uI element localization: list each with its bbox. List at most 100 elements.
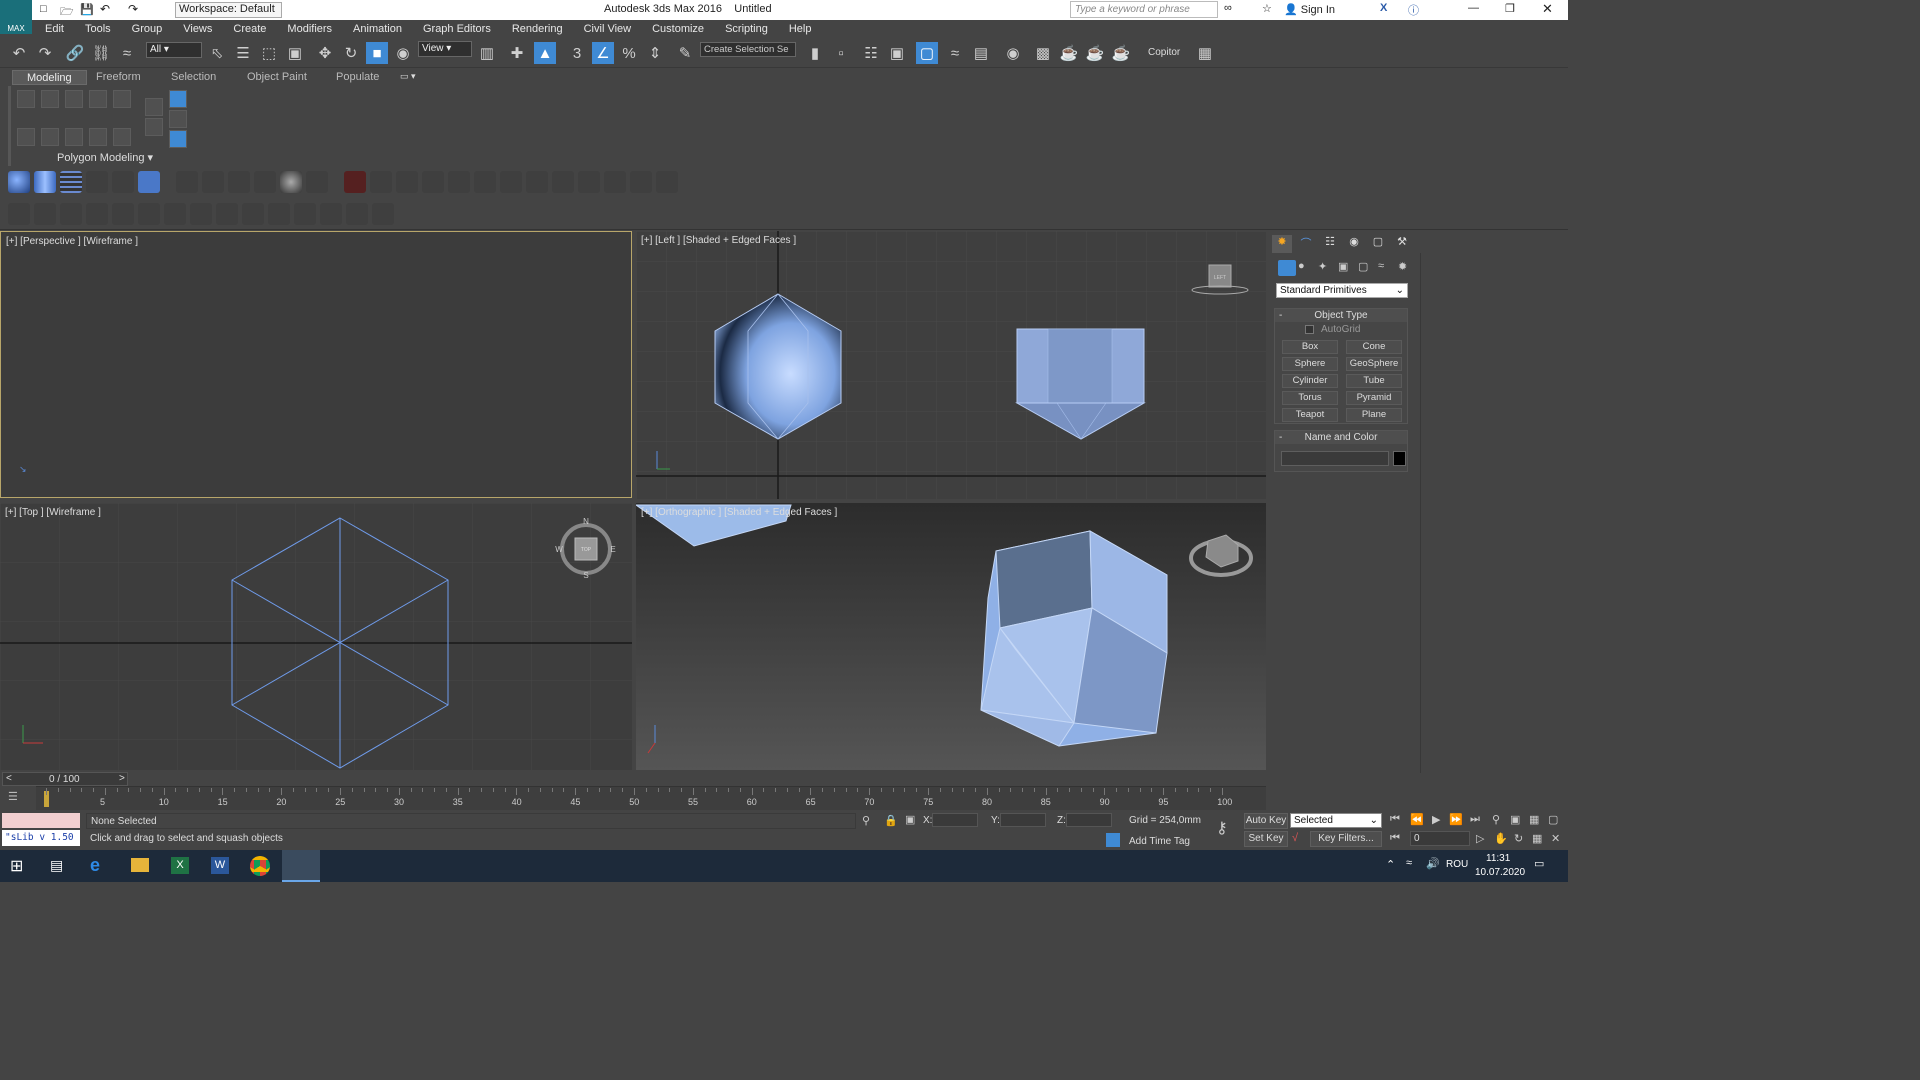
clock-date[interactable]: 10.07.2020 [1475,867,1525,878]
undo-icon[interactable]: ↶ [100,2,110,16]
ribbon-button[interactable] [89,128,107,146]
sphere-button[interactable]: Sphere [1282,357,1338,371]
ribbon-options-icon[interactable]: ▭ ▾ [400,71,416,82]
tab-object-paint[interactable]: Object Paint [233,70,321,85]
viewport-top[interactable]: TOP N S E W [+] [Top ] [Wireframe ] [0,503,632,770]
menu-animation[interactable]: Animation [340,23,410,35]
sign-in-button[interactable]: 👤 Sign In [1284,3,1335,16]
tool-icon[interactable] [604,171,626,193]
polygon-modeling-dropdown[interactable]: Polygon Modeling ▾ [57,151,153,164]
next-frame-icon[interactable]: ⏩ [1449,813,1463,826]
curve-editor-icon[interactable]: ≈ [944,42,966,64]
app-logo[interactable]: MAX [0,0,32,34]
material-editor-icon[interactable]: ◉ [1002,42,1024,64]
slider-prev-icon[interactable]: < [6,773,12,784]
primitive-type-dropdown[interactable]: Standard Primitives ⌄ [1276,283,1408,298]
ribbon-button[interactable] [41,90,59,108]
cone-icon[interactable] [254,171,276,193]
viewport-icon[interactable] [242,203,264,225]
teapot-icon[interactable] [346,203,368,225]
redo-icon[interactable]: ↷ [34,42,56,64]
workspace-dropdown[interactable]: Workspace: Default [175,2,282,18]
ribbon-button[interactable] [113,128,131,146]
tube-button[interactable]: Tube [1346,374,1402,388]
menu-group[interactable]: Group [119,23,171,35]
maxscript-mini[interactable]: "sLib v 1.50 [2,830,80,846]
viewport-label[interactable]: [+] [Left ] [Shaded + Edged Faces ] [641,235,796,246]
schematic-view-icon[interactable]: ▤ [970,42,992,64]
modify-tab-icon[interactable]: ⌒ [1296,235,1316,253]
pivot-center-icon[interactable]: ▥ [476,42,498,64]
tool-icon[interactable] [656,171,678,193]
gear-icon[interactable] [294,203,316,225]
render-cloud-icon[interactable]: ☕ [1110,42,1132,64]
tool-icon[interactable] [422,171,444,193]
time-tag-icon[interactable] [1106,833,1120,847]
reference-coord-dropdown[interactable]: View ▾ [418,41,472,57]
help-icon[interactable]: ⓘ [1408,2,1419,18]
display-tab-icon[interactable]: ▢ [1368,235,1388,253]
align-icon[interactable]: ▫ [830,42,852,64]
region-select-icon[interactable]: ⬚ [258,42,280,64]
language-indicator[interactable]: ROU [1446,859,1468,870]
3dsmax-taskbar-icon[interactable] [282,850,320,882]
spacewarps-icon[interactable]: ≈ [1378,260,1384,272]
isolate-icon[interactable]: ⚲ [862,814,870,827]
percent-snap-icon[interactable]: % [618,42,640,64]
maximize-viewport-icon[interactable]: ▢ [1548,813,1558,826]
cylinder-icon[interactable] [34,171,56,193]
unlink-icon[interactable]: ⛓ [90,42,112,64]
key-filters-button[interactable]: Key Filters... [1310,831,1382,847]
mirror-icon[interactable]: ▮ [804,42,826,64]
geometry-icon[interactable] [1278,260,1296,276]
field-of-view-icon[interactable]: ▷ [1476,832,1484,845]
tab-populate[interactable]: Populate [322,70,393,85]
box-icon[interactable] [138,171,160,193]
render-icon[interactable] [216,203,238,225]
viewport-label[interactable]: [+] [Orthographic ] [Shaded + Edged Face… [641,507,837,518]
plane-button[interactable]: Plane [1346,408,1402,422]
binoculars-icon[interactable]: ∞ [1224,2,1232,14]
tab-selection[interactable]: Selection [157,70,230,85]
sphere-icon[interactable] [8,171,30,193]
orbit-icon[interactable]: ↻ [1514,832,1523,845]
table-icon[interactable] [112,203,134,225]
previous-frame-icon[interactable]: ⏪ [1410,813,1424,826]
door-icon[interactable] [164,203,186,225]
circle-icon[interactable] [112,171,134,193]
menu-rendering[interactable]: Rendering [499,23,571,35]
spinner-snap-icon[interactable]: ⇕ [644,42,666,64]
menu-tools[interactable]: Tools [72,23,119,35]
menu-scripting[interactable]: Scripting [712,23,776,35]
teapot-button[interactable]: Teapot [1282,408,1338,422]
copitor-label[interactable]: Copitor [1148,47,1180,58]
windows-start-icon[interactable]: ⊞ [10,856,23,876]
autogrid-checkbox[interactable] [1305,325,1314,334]
x-coordinate-field[interactable] [932,813,978,827]
y-coordinate-field[interactable] [1000,813,1046,827]
panel-layout-icon[interactable]: ▦ [1194,42,1216,64]
sun-icon[interactable] [34,203,56,225]
min-max-toggle-icon[interactable]: ▦ [1532,832,1542,845]
ribbon-button[interactable] [169,110,187,128]
rendered-frame-icon[interactable]: ☕ [1058,42,1080,64]
light-icon[interactable] [8,203,30,225]
ribbon-button[interactable] [17,128,35,146]
motion-tab-icon[interactable]: ◉ [1344,235,1364,253]
task-view-icon[interactable]: ▤ [50,857,63,874]
search-input[interactable]: Type a keyword or phrase [1070,1,1218,18]
close-icon[interactable]: ✕ [1542,1,1553,17]
key-mode-toggle-icon[interactable]: ⏮ [1390,832,1400,845]
chrome-icon[interactable] [250,856,270,876]
maximize-icon[interactable]: ❐ [1505,2,1515,15]
geosphere-ortho[interactable] [980,530,1168,747]
minimize-icon[interactable]: — [1468,2,1479,14]
select-manipulate-icon[interactable]: ✚ [506,42,528,64]
selection-filter-dropdown[interactable]: All ▾ [146,42,202,58]
tab-modeling[interactable]: Modeling [12,70,87,85]
tool-icon[interactable] [552,171,574,193]
tool-icon[interactable] [526,171,548,193]
ribbon-button[interactable] [17,90,35,108]
tool-icon[interactable] [578,171,600,193]
bind-space-warp-icon[interactable]: ≈ [116,42,138,64]
